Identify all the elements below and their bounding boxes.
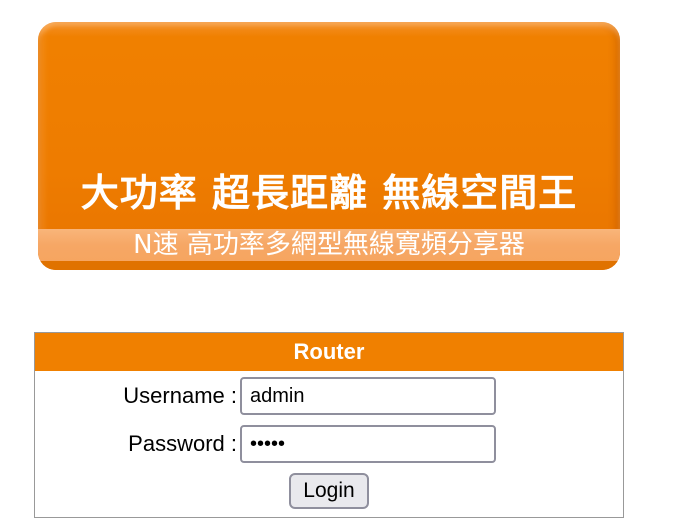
username-row: Username : (35, 377, 623, 417)
password-row: Password : (35, 425, 623, 465)
banner-headline: 大功率 超長距離 無線空間王 (80, 171, 578, 215)
login-form: Router Username : Password : Login (34, 332, 624, 518)
password-label: Password : (128, 431, 237, 456)
login-title: Router (35, 333, 623, 371)
login-button[interactable]: Login (289, 473, 369, 509)
banner-bottom-edge (38, 261, 620, 270)
username-input[interactable] (240, 377, 496, 415)
login-page: 大功率 超長距離 無線空間王 N速 高功率多網型無線寬頻分享器 Router U… (0, 0, 676, 532)
banner-subtitle: N速 高功率多網型無線寬頻分享器 (133, 230, 525, 260)
username-label: Username : (123, 383, 237, 408)
product-banner: 大功率 超長距離 無線空間王 N速 高功率多網型無線寬頻分享器 (38, 22, 620, 270)
password-input[interactable] (240, 425, 496, 463)
